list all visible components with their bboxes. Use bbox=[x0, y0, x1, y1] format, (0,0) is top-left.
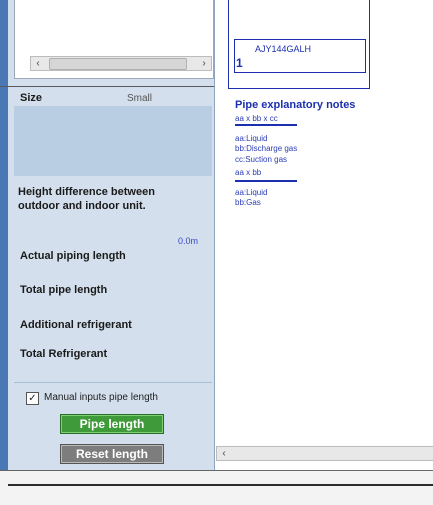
note-format-2: aa x bb bbox=[235, 168, 262, 177]
app-window: ‹ › Size Small Height difference between… bbox=[0, 0, 433, 505]
divider bbox=[14, 382, 212, 383]
height-value: 0.0m bbox=[178, 236, 199, 246]
note-format-1-underline bbox=[235, 124, 297, 126]
left-horizontal-scrollbar[interactable]: ‹ › bbox=[30, 56, 212, 71]
additional-refrigerant-label: Additional refrigerant bbox=[20, 319, 132, 331]
scroll-left-arrow-icon[interactable]: ‹ bbox=[31, 57, 45, 70]
note-1-discharge: bb:Discharge gas bbox=[235, 144, 298, 153]
manual-inputs-checkbox[interactable]: ✓ bbox=[26, 392, 39, 405]
separator bbox=[0, 86, 214, 87]
unit-number-label: 1 bbox=[236, 56, 243, 70]
size-value: Small bbox=[127, 93, 153, 104]
unit-model-label: AJY144GALH bbox=[255, 44, 312, 54]
note-1-suction: cc:Suction gas bbox=[235, 155, 288, 164]
check-icon: ✓ bbox=[28, 393, 37, 404]
manual-inputs-label: Manual inputs pipe length bbox=[44, 392, 158, 403]
scroll-thumb[interactable] bbox=[49, 58, 187, 70]
scroll-right-arrow-icon[interactable]: › bbox=[197, 57, 211, 70]
reset-length-button[interactable]: Reset length bbox=[60, 444, 164, 464]
pipe-notes-title: Pipe explanatory notes bbox=[235, 99, 356, 111]
note-format-2-underline bbox=[235, 180, 297, 182]
status-bar bbox=[0, 471, 433, 505]
note-2-liquid: aa:Liquid bbox=[235, 188, 268, 197]
note-1-liquid: aa:Liquid bbox=[235, 134, 268, 143]
diagram-horizontal-scrollbar[interactable]: ‹ bbox=[216, 446, 433, 461]
total-refrigerant-label: Total Refrigerant bbox=[20, 348, 108, 360]
note-format-1: aa x bb x cc bbox=[235, 114, 278, 123]
size-area bbox=[14, 106, 212, 176]
diagram-scroll-left-arrow-icon[interactable]: ‹ bbox=[217, 447, 231, 460]
status-divider bbox=[8, 484, 433, 486]
pipe-length-button[interactable]: Pipe length bbox=[60, 414, 164, 434]
note-2-gas: bb:Gas bbox=[235, 198, 261, 207]
actual-piping-length-label: Actual piping length bbox=[20, 250, 126, 262]
total-pipe-length-label: Total pipe length bbox=[20, 284, 108, 296]
height-difference-label-line1: Height difference between bbox=[18, 186, 155, 198]
size-label: Size bbox=[20, 92, 43, 104]
left-blue-edge bbox=[0, 0, 8, 470]
height-difference-label-line2: outdoor and indoor unit. bbox=[18, 200, 146, 212]
